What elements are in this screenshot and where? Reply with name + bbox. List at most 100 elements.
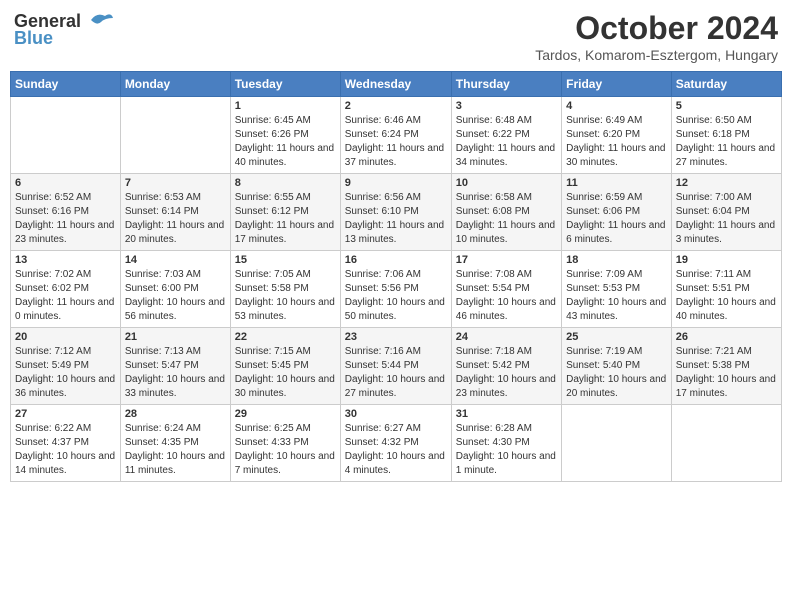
table-row: 11 Sunrise: 6:59 AM Sunset: 6:06 PM Dayli…: [562, 174, 672, 251]
table-row: 29 Sunrise: 6:25 AM Sunset: 4:33 PM Dayli…: [230, 405, 340, 482]
day-info: Sunrise: 6:27 AM Sunset: 4:32 PM Dayligh…: [345, 422, 447, 478]
col-sunday: Sunday: [11, 72, 121, 97]
table-row: 13Sunrise: 7:02 AM Sunset: 6:02 PM Dayli…: [11, 251, 121, 328]
table-row: 16 Sunrise: 7:06 AM Sunset: 5:56 PM Dayli…: [340, 251, 451, 328]
day-info: Sunrise: 6:22 AM Sunset: 4:37 PM Dayligh…: [15, 422, 116, 478]
day-number: 11: [566, 177, 667, 189]
day-info: Sunrise: 6:45 AM Sunset: 6:26 PM Dayligh…: [235, 114, 336, 170]
day-info: Sunrise: 6:24 AM Sunset: 4:35 PM Dayligh…: [125, 422, 226, 478]
day-info: Sunrise: 7:15 AM Sunset: 5:45 PM Dayligh…: [235, 345, 336, 401]
table-row: 4Sunrise: 6:49 AM Sunset: 6:20 PM Daylig…: [562, 97, 672, 174]
day-number: 6: [15, 177, 116, 189]
table-row: [562, 405, 672, 482]
day-info: Sunrise: 7:03 AM Sunset: 6:00 PM Dayligh…: [125, 268, 226, 324]
day-number: 3: [456, 100, 557, 112]
table-row: 1 Sunrise: 6:45 AM Sunset: 6:26 PM Daylig…: [230, 97, 340, 174]
day-info: Sunrise: 6:53 AM Sunset: 6:14 PM Dayligh…: [125, 191, 226, 247]
calendar-week-row: 1 Sunrise: 6:45 AM Sunset: 6:26 PM Daylig…: [11, 97, 782, 174]
location: Tardos, Komarom-Esztergom, Hungary: [535, 47, 778, 63]
day-number: 17: [456, 254, 557, 266]
day-number: 27: [15, 408, 116, 420]
table-row: 12Sunrise: 7:00 AM Sunset: 6:04 PM Dayli…: [671, 174, 781, 251]
day-info: Sunrise: 6:55 AM Sunset: 6:12 PM Dayligh…: [235, 191, 336, 247]
col-saturday: Saturday: [671, 72, 781, 97]
day-number: 24: [456, 331, 557, 343]
calendar-table: Sunday Monday Tuesday Wednesday Thursday…: [10, 71, 782, 482]
table-row: 9 Sunrise: 6:56 AM Sunset: 6:10 PM Daylig…: [340, 174, 451, 251]
table-row: 26 Sunrise: 7:21 AM Sunset: 5:38 PM Dayli…: [671, 328, 781, 405]
day-info: Sunrise: 7:06 AM Sunset: 5:56 PM Dayligh…: [345, 268, 447, 324]
table-row: 21 Sunrise: 7:13 AM Sunset: 5:47 PM Dayli…: [120, 328, 230, 405]
day-number: 2: [345, 100, 447, 112]
day-info: Sunrise: 7:09 AM Sunset: 5:53 PM Dayligh…: [566, 268, 667, 324]
calendar-header-row: Sunday Monday Tuesday Wednesday Thursday…: [11, 72, 782, 97]
table-row: 5Sunrise: 6:50 AM Sunset: 6:18 PM Daylig…: [671, 97, 781, 174]
calendar-week-row: 20Sunrise: 7:12 AM Sunset: 5:49 PM Dayli…: [11, 328, 782, 405]
col-friday: Friday: [562, 72, 672, 97]
month-title: October 2024: [535, 10, 778, 47]
table-row: 3 Sunrise: 6:48 AM Sunset: 6:22 PM Daylig…: [451, 97, 561, 174]
table-row: 18 Sunrise: 7:09 AM Sunset: 5:53 PM Dayli…: [562, 251, 672, 328]
calendar-week-row: 13Sunrise: 7:02 AM Sunset: 6:02 PM Dayli…: [11, 251, 782, 328]
table-row: 28Sunrise: 6:24 AM Sunset: 4:35 PM Dayli…: [120, 405, 230, 482]
table-row: 14 Sunrise: 7:03 AM Sunset: 6:00 PM Dayli…: [120, 251, 230, 328]
day-info: Sunrise: 7:05 AM Sunset: 5:58 PM Dayligh…: [235, 268, 336, 324]
day-number: 1: [235, 100, 336, 112]
day-number: 21: [125, 331, 226, 343]
day-number: 26: [676, 331, 777, 343]
table-row: 10Sunrise: 6:58 AM Sunset: 6:08 PM Dayli…: [451, 174, 561, 251]
col-monday: Monday: [120, 72, 230, 97]
day-info: Sunrise: 6:50 AM Sunset: 6:18 PM Dayligh…: [676, 114, 777, 170]
table-row: 31 Sunrise: 6:28 AM Sunset: 4:30 PM Dayli…: [451, 405, 561, 482]
table-row: 30 Sunrise: 6:27 AM Sunset: 4:32 PM Dayli…: [340, 405, 451, 482]
day-number: 31: [456, 408, 557, 420]
day-info: Sunrise: 7:13 AM Sunset: 5:47 PM Dayligh…: [125, 345, 226, 401]
table-row: 8 Sunrise: 6:55 AM Sunset: 6:12 PM Daylig…: [230, 174, 340, 251]
day-info: Sunrise: 6:28 AM Sunset: 4:30 PM Dayligh…: [456, 422, 557, 478]
day-number: 9: [345, 177, 447, 189]
table-row: 22 Sunrise: 7:15 AM Sunset: 5:45 PM Dayli…: [230, 328, 340, 405]
table-row: 7 Sunrise: 6:53 AM Sunset: 6:14 PM Daylig…: [120, 174, 230, 251]
day-number: 30: [345, 408, 447, 420]
col-tuesday: Tuesday: [230, 72, 340, 97]
day-number: 19: [676, 254, 777, 266]
day-number: 13: [15, 254, 116, 266]
day-info: Sunrise: 6:25 AM Sunset: 4:33 PM Dayligh…: [235, 422, 336, 478]
day-info: Sunrise: 7:18 AM Sunset: 5:42 PM Dayligh…: [456, 345, 557, 401]
day-number: 29: [235, 408, 336, 420]
day-number: 15: [235, 254, 336, 266]
day-number: 12: [676, 177, 777, 189]
day-number: 18: [566, 254, 667, 266]
day-number: 14: [125, 254, 226, 266]
day-number: 22: [235, 331, 336, 343]
table-row: [120, 97, 230, 174]
title-block: October 2024 Tardos, Komarom-Esztergom, …: [535, 10, 778, 63]
day-info: Sunrise: 7:11 AM Sunset: 5:51 PM Dayligh…: [676, 268, 777, 324]
table-row: [11, 97, 121, 174]
day-number: 7: [125, 177, 226, 189]
day-info: Sunrise: 6:46 AM Sunset: 6:24 PM Dayligh…: [345, 114, 447, 170]
day-info: Sunrise: 7:12 AM Sunset: 5:49 PM Dayligh…: [15, 345, 116, 401]
logo: General Blue: [14, 10, 113, 49]
day-info: Sunrise: 6:48 AM Sunset: 6:22 PM Dayligh…: [456, 114, 557, 170]
logo-bird-icon: [83, 10, 113, 32]
day-number: 4: [566, 100, 667, 112]
table-row: 6Sunrise: 6:52 AM Sunset: 6:16 PM Daylig…: [11, 174, 121, 251]
day-info: Sunrise: 6:58 AM Sunset: 6:08 PM Dayligh…: [456, 191, 557, 247]
calendar-week-row: 27 Sunrise: 6:22 AM Sunset: 4:37 PM Dayli…: [11, 405, 782, 482]
day-info: Sunrise: 6:56 AM Sunset: 6:10 PM Dayligh…: [345, 191, 447, 247]
table-row: 25Sunrise: 7:19 AM Sunset: 5:40 PM Dayli…: [562, 328, 672, 405]
day-number: 16: [345, 254, 447, 266]
table-row: [671, 405, 781, 482]
day-info: Sunrise: 7:08 AM Sunset: 5:54 PM Dayligh…: [456, 268, 557, 324]
day-info: Sunrise: 6:59 AM Sunset: 6:06 PM Dayligh…: [566, 191, 667, 247]
calendar-week-row: 6Sunrise: 6:52 AM Sunset: 6:16 PM Daylig…: [11, 174, 782, 251]
table-row: 17 Sunrise: 7:08 AM Sunset: 5:54 PM Dayli…: [451, 251, 561, 328]
table-row: 27 Sunrise: 6:22 AM Sunset: 4:37 PM Dayli…: [11, 405, 121, 482]
table-row: 19 Sunrise: 7:11 AM Sunset: 5:51 PM Dayli…: [671, 251, 781, 328]
table-row: 23Sunrise: 7:16 AM Sunset: 5:44 PM Dayli…: [340, 328, 451, 405]
col-thursday: Thursday: [451, 72, 561, 97]
day-info: Sunrise: 7:21 AM Sunset: 5:38 PM Dayligh…: [676, 345, 777, 401]
day-number: 8: [235, 177, 336, 189]
day-number: 25: [566, 331, 667, 343]
